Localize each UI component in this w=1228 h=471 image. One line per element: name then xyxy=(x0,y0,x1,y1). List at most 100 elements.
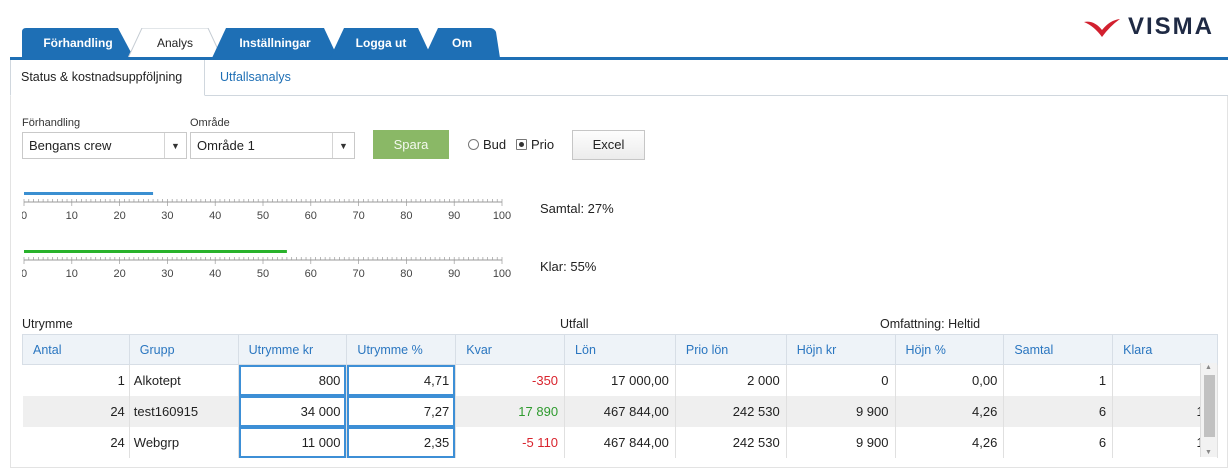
cell-hojn-pct: 4,26 xyxy=(895,396,1005,427)
tab-label: Logga ut xyxy=(355,36,407,50)
cell-utrymme-kr-input[interactable]: 11 000 xyxy=(238,427,347,458)
cell-hojn-kr: 9 900 xyxy=(786,396,896,427)
ruler-tick-label: 60 xyxy=(305,268,317,280)
cell-utrymme-kr-input[interactable]: 800 xyxy=(238,365,347,396)
tab-om[interactable]: Om xyxy=(424,28,500,58)
radio-bud[interactable]: Bud xyxy=(468,137,506,152)
cell-lon: 467 844,00 xyxy=(564,396,676,427)
tab-logga-ut[interactable]: Logga ut xyxy=(330,28,432,58)
omrade-value: Område 1 xyxy=(197,138,255,153)
ruler-scale: 0 10 20 30 40 50 60 70 80 90 100 xyxy=(22,192,511,222)
scroll-up-icon[interactable]: ▲ xyxy=(1205,364,1212,371)
ruler-scale: 0 10 20 30 40 50 60 70 80 90 100 xyxy=(22,250,511,280)
cell-utrymme-kr-input[interactable]: 34 000 xyxy=(238,396,347,427)
forhandling-value: Bengans crew xyxy=(29,138,112,153)
ruler-tick-label: 70 xyxy=(352,210,364,222)
cell-grupp: test160915 xyxy=(129,396,239,427)
table-header-row: Antal Grupp Utrymme kr Utrymme % Kvar Lö… xyxy=(22,334,1218,365)
cell-antal: 24 xyxy=(22,396,130,427)
cell-samtal: 6 xyxy=(1003,427,1114,458)
sub-tabs: Status & kostnadsuppföljning Utfallsanal… xyxy=(10,60,1228,96)
table-row[interactable]: 1 Alkotept 800 4,71 -350 17 000,00 2 000 0 0,00 1… xyxy=(22,364,1218,396)
tab-installningar[interactable]: Inställningar xyxy=(212,28,338,58)
cell-utrymme-pct-input[interactable]: 4,71 xyxy=(347,365,456,396)
cell-grupp: Alkotept xyxy=(129,364,239,396)
chevron-down-icon: ▼ xyxy=(164,133,186,158)
col-hojn-pct[interactable]: Höjn % xyxy=(894,334,1005,365)
cell-kvar: 17 890 xyxy=(455,396,566,427)
progress-fill xyxy=(24,192,154,195)
ruler-tick-label: 80 xyxy=(400,268,412,280)
ruler-tick-label: 40 xyxy=(209,210,221,222)
ruler-tick-label: 10 xyxy=(66,210,78,222)
cell-utrymme-pct-input[interactable]: 7,27 xyxy=(347,396,456,427)
cell-lon: 467 844,00 xyxy=(564,427,676,458)
col-antal[interactable]: Antal xyxy=(22,334,130,365)
cell-utrymme-pct: 7,27 xyxy=(346,396,457,427)
col-kvar[interactable]: Kvar xyxy=(455,334,566,365)
radio-selected-icon xyxy=(516,139,527,150)
brand-name: VISMA xyxy=(1127,13,1214,40)
ruler-tick-label: 50 xyxy=(257,268,269,280)
cell-prio-lon: 2 000 xyxy=(675,364,787,396)
cell-utrymme-pct-input[interactable]: 2,35 xyxy=(347,427,456,458)
omrade-select[interactable]: Område 1 ▼ xyxy=(190,132,355,159)
radio-bud-label: Bud xyxy=(483,137,507,152)
cell-utrymme-pct: 4,71 xyxy=(346,364,457,396)
forhandling-label: Förhandling xyxy=(22,117,81,129)
tab-analys[interactable]: Analys xyxy=(128,28,222,58)
tab-label: Förhandling xyxy=(43,36,113,50)
cell-utrymme-kr: 800 xyxy=(238,364,348,396)
table-row[interactable]: 24 test160915 34 000 7,27 17 890 467 844,00 24… xyxy=(22,396,1218,427)
ruler-tick-label: 20 xyxy=(113,210,125,222)
forhandling-select[interactable]: Bengans crew ▼ xyxy=(22,132,187,159)
chevron-down-icon: ▼ xyxy=(332,133,354,158)
cell-lon: 17 000,00 xyxy=(564,364,676,396)
cell-prio-lon: 242 530 xyxy=(675,427,787,458)
ruler-tick-label: 90 xyxy=(448,268,460,280)
cell-hojn-kr: 9 900 xyxy=(786,427,896,458)
ruler-tick-label: 50 xyxy=(257,210,269,222)
col-lon[interactable]: Lön xyxy=(564,334,676,365)
scrollbar-thumb[interactable] xyxy=(1204,375,1215,437)
tab-status-kostnadsuppfoljning[interactable]: Status & kostnadsuppföljning xyxy=(10,60,205,96)
cell-utrymme-kr: 34 000 xyxy=(238,396,348,427)
radio-prio[interactable]: Prio xyxy=(516,137,554,152)
scroll-down-icon[interactable]: ▼ xyxy=(1205,449,1212,456)
col-utrymme-kr[interactable]: Utrymme kr xyxy=(237,334,348,365)
top-navigation: Förhandling Analys Inställningar Logga u… xyxy=(0,0,1228,60)
excel-button[interactable]: Excel xyxy=(572,130,645,160)
tab-label: Analys xyxy=(156,36,194,50)
ruler-tick-label: 90 xyxy=(448,210,460,222)
ruler-tick-label: 60 xyxy=(305,210,317,222)
col-utrymme-pct[interactable]: Utrymme % xyxy=(346,334,457,365)
col-hojn-kr[interactable]: Höjn kr xyxy=(785,334,896,365)
save-button[interactable]: Spara xyxy=(373,130,449,159)
radio-circle-icon xyxy=(468,139,479,150)
tab-label: Om xyxy=(451,36,472,50)
ruler-tick-label: 100 xyxy=(493,210,511,222)
tab-utfallsanalys[interactable]: Utfallsanalys xyxy=(210,60,301,96)
ruler-tick-label: 30 xyxy=(161,210,173,222)
col-klara[interactable]: Klara xyxy=(1112,334,1218,365)
col-samtal[interactable]: Samtal xyxy=(1003,334,1114,365)
col-grupp[interactable]: Grupp xyxy=(128,334,239,365)
cell-kvar: -5 110 xyxy=(455,427,566,458)
cell-utrymme-kr: 11 000 xyxy=(238,427,348,458)
ruler-tick-label: 30 xyxy=(161,268,173,280)
ruler-tick-label: 0 xyxy=(22,268,27,280)
radio-prio-label: Prio xyxy=(531,137,555,152)
cell-grupp: Webgrp xyxy=(129,427,239,458)
visma-swoosh-icon xyxy=(1083,19,1120,37)
ruler-tick-label: 0 xyxy=(22,210,27,222)
cell-antal: 1 xyxy=(22,364,130,396)
klar-progress: 0 10 20 30 40 50 60 70 80 90 100 xyxy=(22,248,512,286)
table-row[interactable]: 24 Webgrp 11 000 2,35 -5 110 467 844,00 242 53… xyxy=(22,427,1218,458)
tab-forhandling[interactable]: Förhandling xyxy=(22,28,134,58)
table-scrollbar[interactable]: ▲ ▼ xyxy=(1200,363,1217,457)
col-prio-lon[interactable]: Prio lön xyxy=(674,334,787,365)
ruler-tick-label: 80 xyxy=(400,210,412,222)
samtal-progress-label: Samtal: 27% xyxy=(540,201,614,216)
section-omfattning: Omfattning: Heltid xyxy=(880,317,981,331)
omrade-label: Område xyxy=(190,117,230,129)
